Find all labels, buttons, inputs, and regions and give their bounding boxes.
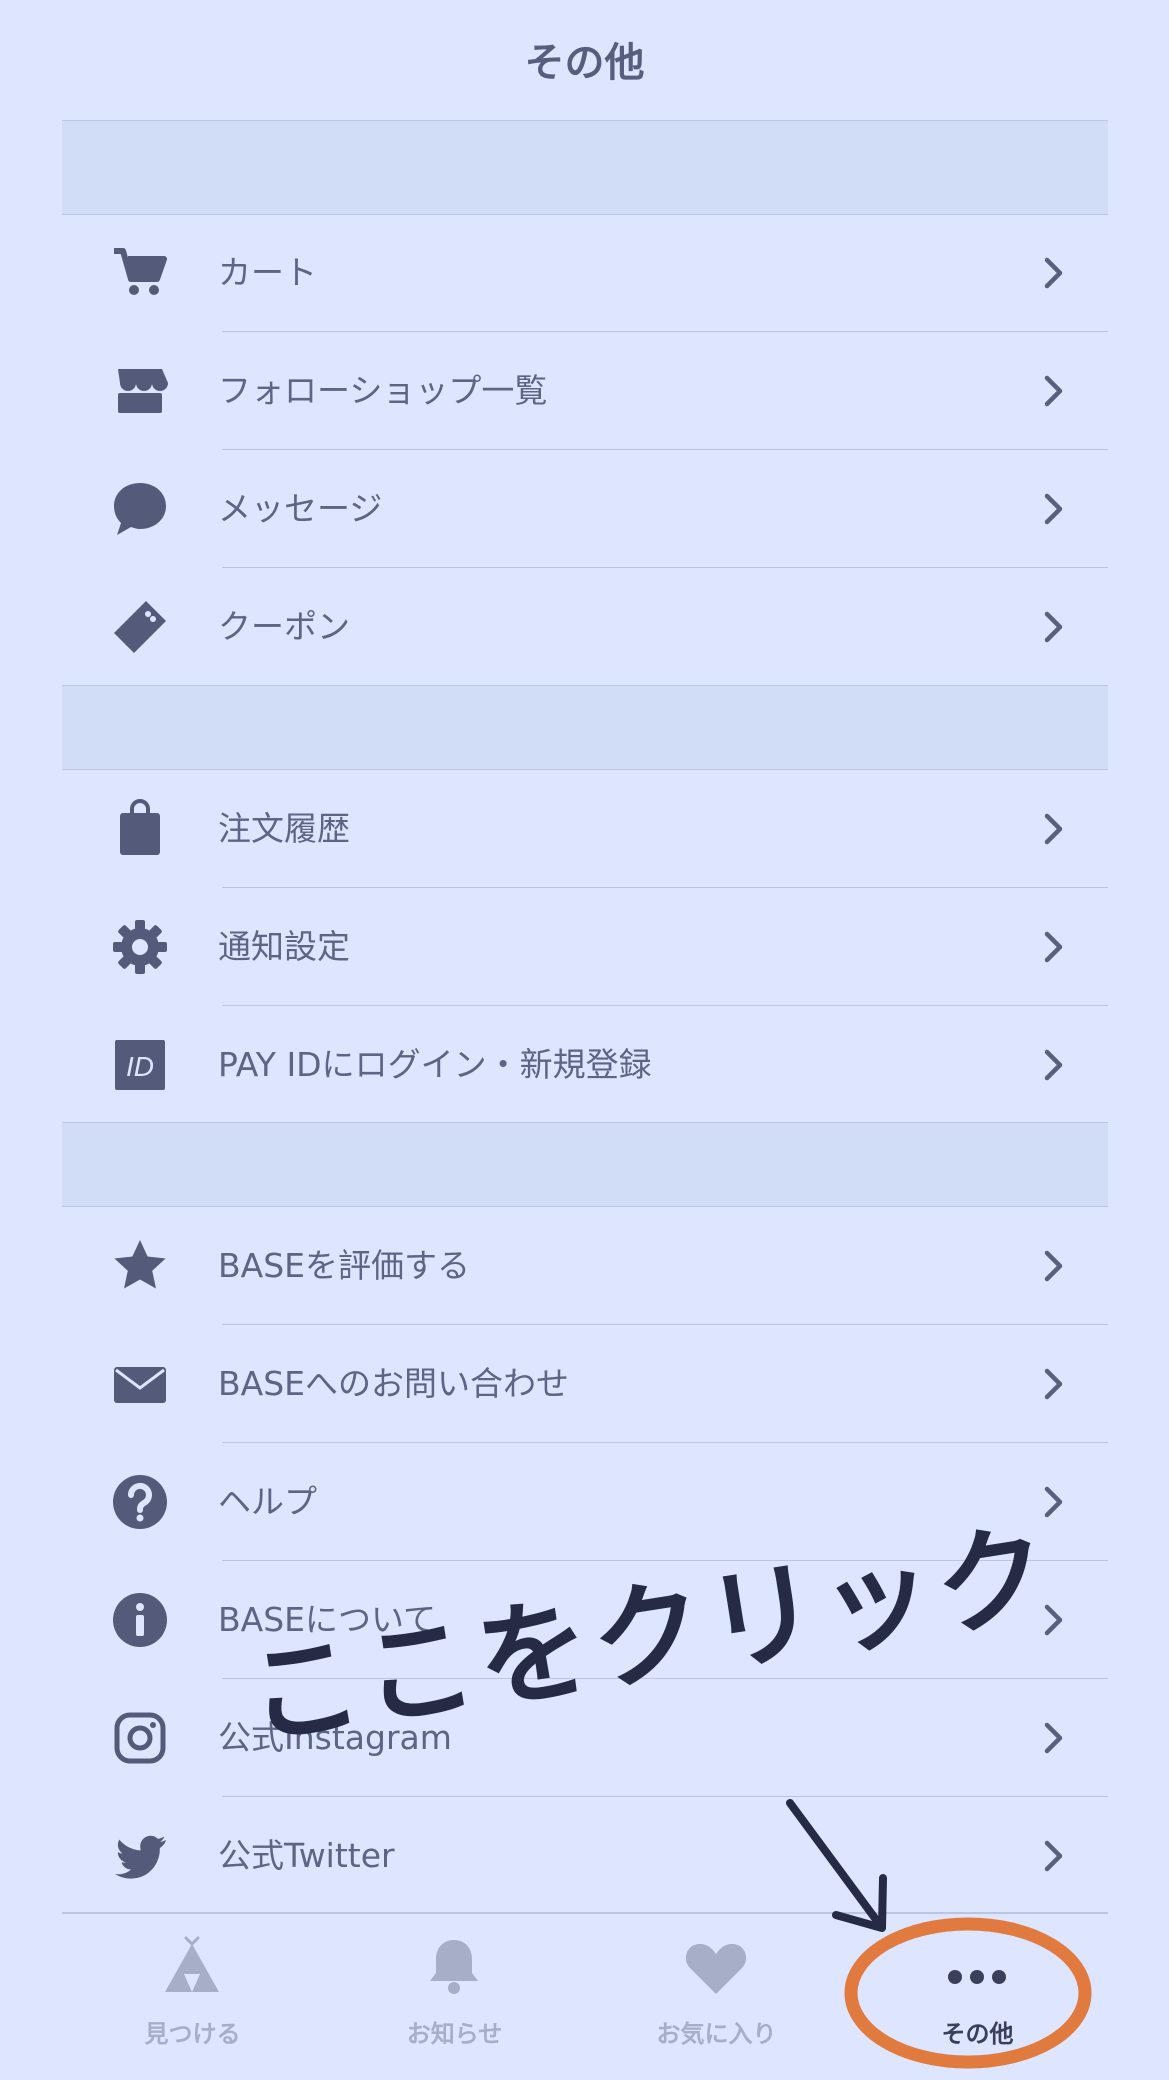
menu-item-coupon[interactable]: クーポン xyxy=(62,568,1108,686)
chevron-right-icon xyxy=(1044,257,1063,289)
tab-label: お知らせ xyxy=(406,2020,503,2048)
bell-icon xyxy=(430,1940,478,1994)
tab-more[interactable]: その他 xyxy=(847,1914,1108,2080)
chevron-right-icon xyxy=(1044,1722,1063,1754)
chevron-right-icon xyxy=(1044,1368,1063,1400)
section-gap xyxy=(62,685,1108,770)
chevron-right-icon xyxy=(1044,1250,1063,1282)
menu-group-1: カート フォローショップ一覧 メッセージ クーポン xyxy=(62,214,1108,686)
tab-label: 見つける xyxy=(144,2020,241,2048)
id-icon-text: ID xyxy=(126,1051,154,1082)
page-title: その他 xyxy=(524,40,645,86)
section-gap xyxy=(62,1122,1108,1207)
menu-item-label: PAY IDにログイン・新規登録 xyxy=(218,1045,652,1084)
menu-item-label: カート xyxy=(218,253,317,292)
menu-item-label: フォローショップ一覧 xyxy=(218,371,548,410)
menu-item-rate-base[interactable]: BASEを評価する xyxy=(62,1207,1108,1325)
menu-item-order-history[interactable]: 注文履歴 xyxy=(62,770,1108,888)
help-icon xyxy=(110,1472,170,1532)
menu-item-label: メッセージ xyxy=(218,489,383,528)
chevron-right-icon xyxy=(1044,1049,1063,1081)
menu-item-pay-id-login[interactable]: ID PAY IDにログイン・新規登録 xyxy=(62,1006,1108,1124)
star-icon xyxy=(110,1236,170,1296)
chevron-right-icon xyxy=(1044,1840,1063,1872)
chevron-right-icon xyxy=(1044,813,1063,845)
tab-favorites[interactable]: お気に入り xyxy=(586,1914,847,2080)
menu-item-label: BASEへのお問い合わせ xyxy=(218,1364,570,1403)
mail-icon xyxy=(110,1354,170,1414)
gear-icon xyxy=(110,917,170,977)
id-icon: ID xyxy=(110,1035,170,1095)
chevron-right-icon xyxy=(1044,493,1063,525)
bag-icon xyxy=(110,799,170,859)
heart-icon xyxy=(685,1944,747,1994)
menu-item-label: 通知設定 xyxy=(218,927,350,966)
message-icon xyxy=(110,479,170,539)
menu-item-follow-shops[interactable]: フォローショップ一覧 xyxy=(62,332,1108,450)
tab-label: お気に入り xyxy=(656,2020,777,2048)
tent-icon xyxy=(165,1936,219,1992)
menu-item-twitter[interactable]: 公式Twitter xyxy=(62,1797,1108,1915)
tab-label: その他 xyxy=(941,2020,1014,2048)
tab-discover[interactable]: 見つける xyxy=(62,1914,323,2080)
coupon-icon xyxy=(110,597,170,657)
menu-item-message[interactable]: メッセージ xyxy=(62,450,1108,568)
menu-item-label: 注文履歴 xyxy=(218,809,350,848)
menu-item-contact-base[interactable]: BASEへのお問い合わせ xyxy=(62,1325,1108,1443)
menu-item-label: ヘルプ xyxy=(218,1482,317,1521)
cart-icon xyxy=(110,243,170,303)
bottom-tab-bar: 見つける お知らせ お気に入り その他 xyxy=(62,1912,1108,2078)
chevron-right-icon xyxy=(1044,611,1063,643)
chevron-right-icon xyxy=(1044,931,1063,963)
menu-item-label: 公式Twitter xyxy=(218,1836,395,1875)
menu-item-label: クーポン xyxy=(218,607,350,646)
info-icon xyxy=(110,1590,170,1650)
menu-item-cart[interactable]: カート xyxy=(62,214,1108,332)
more-icon xyxy=(948,1970,1006,1984)
menu-group-2: 注文履歴 通知設定 ID PAY IDにログイン・新規登録 xyxy=(62,770,1108,1124)
chevron-right-icon xyxy=(1044,375,1063,407)
menu-item-label: BASEを評価する xyxy=(218,1246,471,1285)
menu-item-notification-settings[interactable]: 通知設定 xyxy=(62,888,1108,1006)
shop-icon xyxy=(110,361,170,421)
tab-notifications[interactable]: お知らせ xyxy=(324,1914,585,2080)
section-gap xyxy=(62,120,1108,215)
instagram-icon xyxy=(110,1708,170,1768)
twitter-icon xyxy=(110,1826,170,1886)
